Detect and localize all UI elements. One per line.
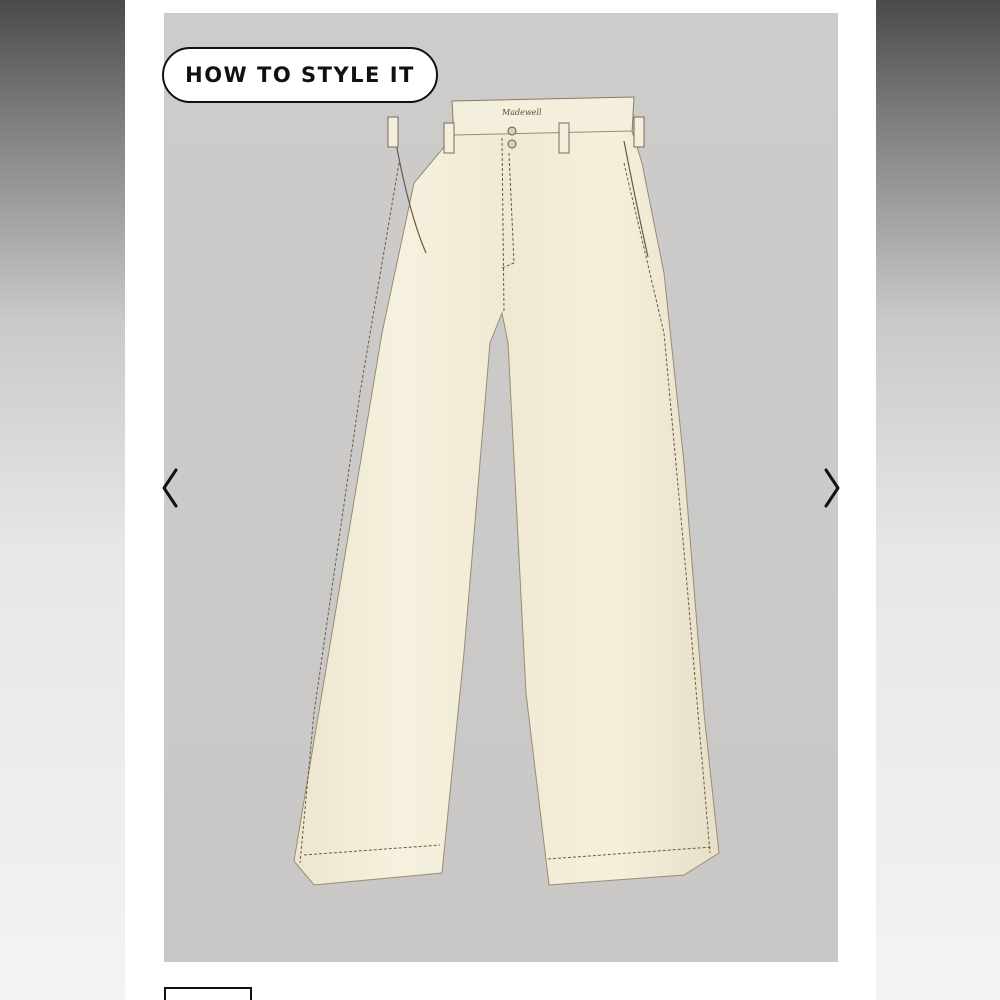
- carousel-next-button[interactable]: [820, 464, 842, 512]
- right-backdrop: [876, 0, 1000, 1000]
- thumbnail-selected[interactable]: [164, 987, 252, 1000]
- product-photo[interactable]: Madewell: [164, 13, 838, 962]
- wide-leg-pants-image: Madewell: [293, 96, 720, 886]
- carousel-prev-button[interactable]: [160, 464, 182, 512]
- svg-text:Madewell: Madewell: [501, 108, 542, 117]
- how-to-style-it-button[interactable]: HOW TO STYLE IT: [162, 47, 438, 103]
- left-backdrop: [0, 0, 125, 1000]
- chevron-left-icon: [162, 468, 178, 508]
- chevron-right-icon: [824, 468, 840, 508]
